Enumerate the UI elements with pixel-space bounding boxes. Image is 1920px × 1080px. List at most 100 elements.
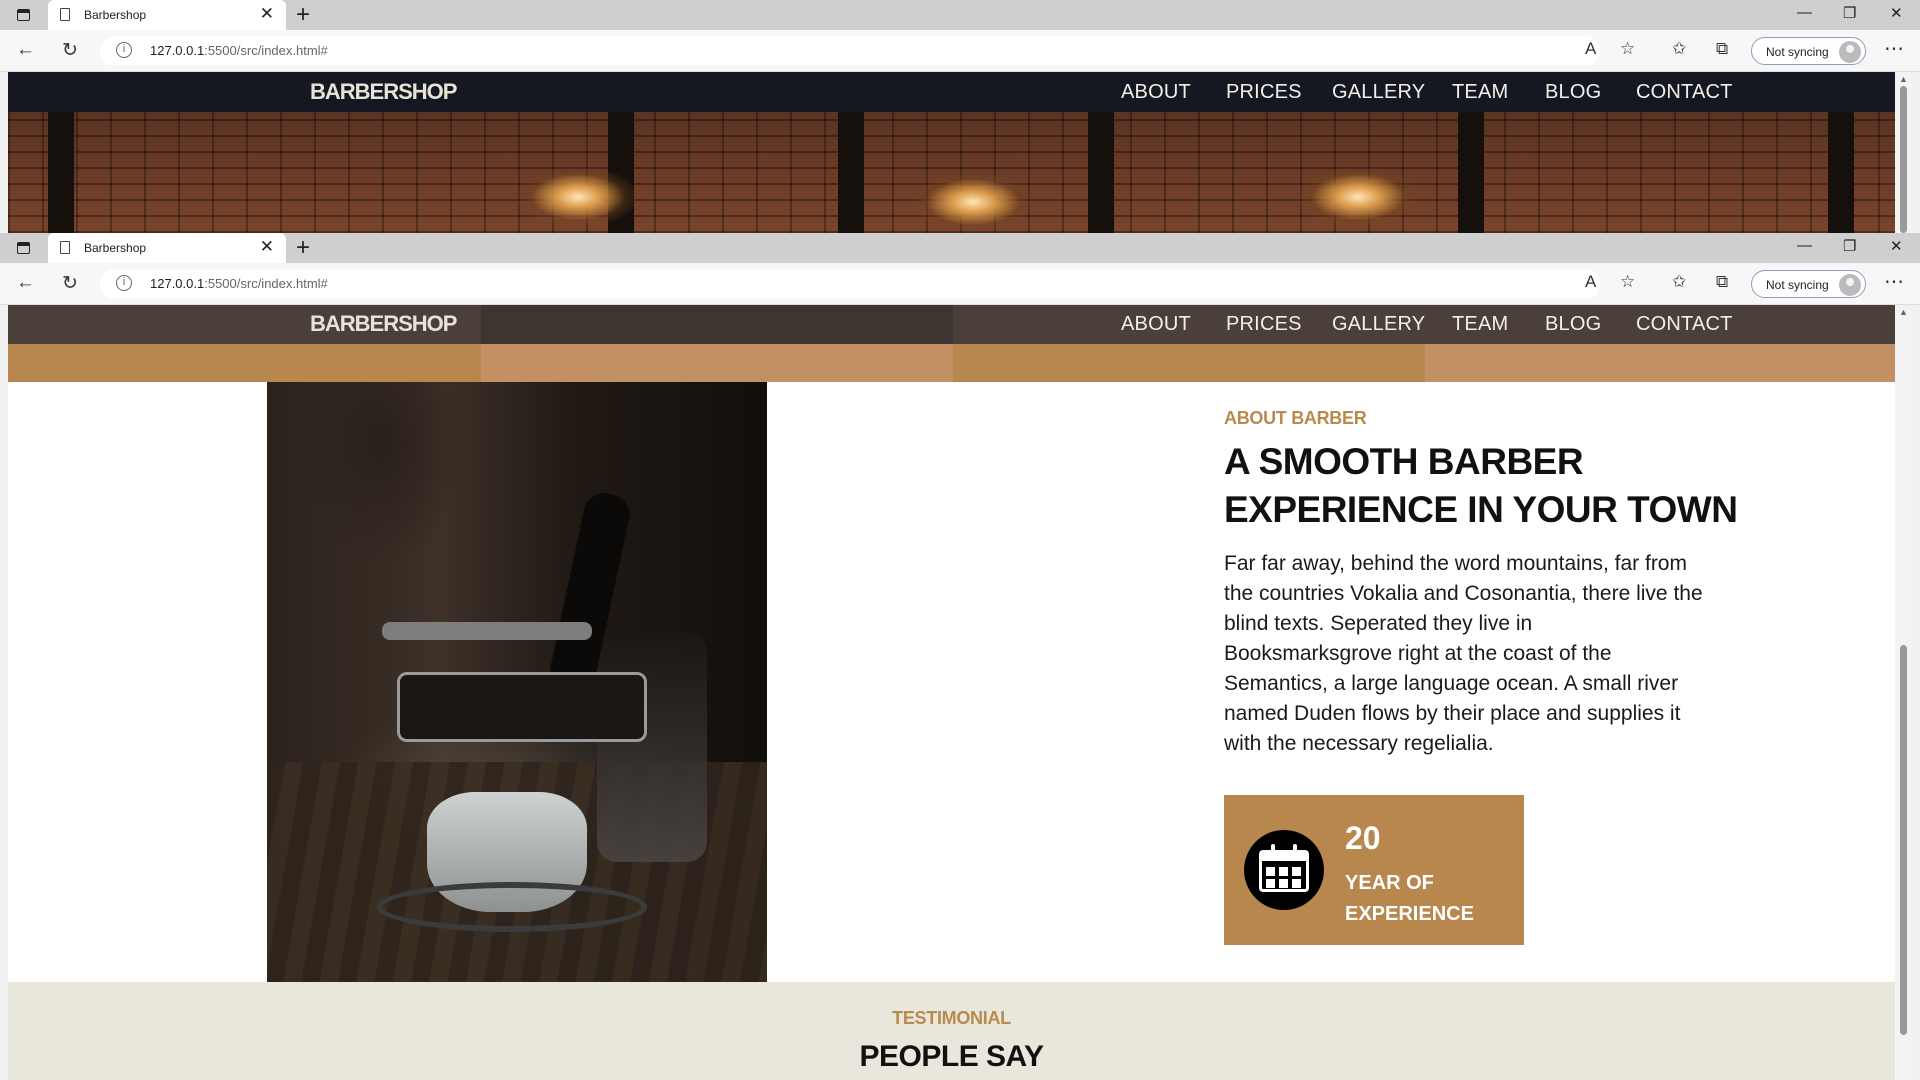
experience-number: 20 <box>1345 820 1381 856</box>
scrollbar[interactable]: ▲ <box>1895 72 1912 233</box>
hero-pillar <box>1828 112 1854 233</box>
hero-viewport: BARBERSHOP ABOUT PRICES GALLERY TEAM BLO… <box>8 72 1895 233</box>
page-viewport: BARBERSHOP ABOUT PRICES GALLERY TEAM BLO… <box>8 305 1895 1080</box>
nav-blog[interactable]: BLOG <box>1545 81 1601 104</box>
photo-chair-arm <box>382 622 592 640</box>
reload-icon[interactable]: ↻ <box>62 272 78 295</box>
favorite-add-icon[interactable]: ☆ <box>1620 272 1635 292</box>
about-heading: A SMOOTH BARBER EXPERIENCE IN YOUR TOWN <box>1224 438 1738 534</box>
nav-team[interactable]: TEAM <box>1452 81 1508 104</box>
sidebar-icon[interactable] <box>17 9 30 21</box>
tab-barbershop[interactable]: Barbershop ✕ <box>48 233 286 263</box>
hero-pillar <box>838 112 864 233</box>
nav-gallery[interactable]: GALLERY <box>1332 81 1425 104</box>
favorite-add-icon[interactable]: ☆ <box>1620 39 1635 59</box>
tab-barbershop[interactable]: Barbershop ✕ <box>48 0 286 30</box>
lamp-light <box>913 172 1033 232</box>
collections-icon[interactable]: ⧉ <box>1716 39 1728 59</box>
sync-label: Not syncing <box>1766 278 1829 292</box>
accent-strip <box>953 344 1425 382</box>
favorites-icon[interactable]: ✩ <box>1672 272 1686 292</box>
plus-icon[interactable]: + <box>296 1 310 29</box>
site-logo[interactable]: BARBERSHOP <box>310 79 457 105</box>
info-icon[interactable]: i <box>116 275 132 291</box>
photo-chair-ring <box>377 882 647 932</box>
scroll-up-icon[interactable]: ▲ <box>1899 307 1908 317</box>
info-icon[interactable]: i <box>116 42 132 58</box>
close-icon[interactable]: ✕ <box>260 4 274 24</box>
more-icon[interactable]: ⋯ <box>1884 36 1904 61</box>
experience-box: 20 YEAR OF EXPERIENCE <box>1224 795 1524 945</box>
sidebar-icon[interactable] <box>17 242 30 254</box>
tab-title: Barbershop <box>84 241 147 255</box>
tab-title: Barbershop <box>84 8 147 22</box>
nav-gallery[interactable]: GALLERY <box>1332 313 1425 336</box>
testimonial-kicker: TESTIMONIAL <box>892 1008 1011 1028</box>
photo-chair-background <box>597 632 707 862</box>
nav-prices[interactable]: PRICES <box>1226 313 1302 336</box>
nav-contact[interactable]: CONTACT <box>1636 81 1733 104</box>
restore-icon[interactable]: ❐ <box>1843 237 1856 255</box>
reload-icon[interactable]: ↻ <box>62 39 78 62</box>
url-field[interactable]: i 127.0.0.1:5500/src/index.html# <box>100 36 1600 66</box>
scroll-up-icon[interactable]: ▲ <box>1899 74 1908 84</box>
barber-chair-photo <box>267 382 767 982</box>
url-field[interactable]: i 127.0.0.1:5500/src/index.html# <box>100 269 1600 299</box>
testimonial-section: TESTIMONIAL PEOPLE SAY <box>8 982 1895 1080</box>
about-kicker: ABOUT BARBER <box>1224 408 1367 428</box>
nav-team[interactable]: TEAM <box>1452 313 1508 336</box>
back-icon[interactable]: ← <box>16 272 35 294</box>
calendar-icon <box>1244 830 1324 910</box>
accent-strip <box>1425 344 1895 382</box>
restore-icon[interactable]: ❐ <box>1843 4 1856 22</box>
read-aloud-icon[interactable]: A <box>1585 39 1596 59</box>
minimize-icon[interactable]: — <box>1797 4 1812 21</box>
hero-pillar <box>48 112 74 233</box>
close-icon[interactable]: ✕ <box>260 237 274 257</box>
avatar-icon <box>1839 274 1861 296</box>
tab-bar: Barbershop ✕ + — ❐ ✕ <box>0 0 1920 30</box>
read-aloud-icon[interactable]: A <box>1585 272 1596 292</box>
accent-strip <box>481 344 953 382</box>
collections-icon[interactable]: ⧉ <box>1716 272 1728 292</box>
nav-contact[interactable]: CONTACT <box>1636 313 1733 336</box>
site-logo[interactable]: BARBERSHOP <box>310 311 457 337</box>
nav-blog[interactable]: BLOG <box>1545 313 1601 336</box>
minimize-icon[interactable]: — <box>1797 237 1812 254</box>
sync-label: Not syncing <box>1766 45 1829 59</box>
hero-pillar <box>1088 112 1114 233</box>
experience-label: YEAR OF EXPERIENCE <box>1345 872 1474 925</box>
url-host: 127.0.0.1 <box>150 276 205 291</box>
avatar-icon <box>1839 41 1861 63</box>
more-icon[interactable]: ⋯ <box>1884 269 1904 294</box>
about-heading-line2: EXPERIENCE IN YOUR TOWN <box>1224 489 1738 530</box>
page-icon <box>60 241 70 254</box>
nav-prices[interactable]: PRICES <box>1226 81 1302 104</box>
back-icon[interactable]: ← <box>16 39 35 61</box>
address-bar: ← ↻ i 127.0.0.1:5500/src/index.html# A ☆… <box>0 30 1920 72</box>
accent-strip <box>8 344 481 382</box>
hero-pillar <box>1458 112 1484 233</box>
about-heading-line1: A SMOOTH BARBER <box>1224 441 1584 482</box>
window-close-icon[interactable]: ✕ <box>1890 237 1903 255</box>
lamp-light <box>518 167 638 227</box>
nav-about[interactable]: ABOUT <box>1121 81 1191 104</box>
photo-chair-seat <box>397 672 647 742</box>
url-host: 127.0.0.1 <box>150 43 205 58</box>
site-navbar: BARBERSHOP ABOUT PRICES GALLERY TEAM BLO… <box>8 72 1895 112</box>
url-path: :5500/src/index.html# <box>204 43 328 58</box>
scrollbar[interactable]: ▲ <box>1895 305 1912 1080</box>
favorites-icon[interactable]: ✩ <box>1672 39 1686 59</box>
profile-button[interactable]: Not syncing <box>1751 37 1866 65</box>
page-icon <box>60 8 70 21</box>
window-close-icon[interactable]: ✕ <box>1890 4 1903 22</box>
site-navbar: BARBERSHOP ABOUT PRICES GALLERY TEAM BLO… <box>8 305 1895 344</box>
profile-button[interactable]: Not syncing <box>1751 270 1866 298</box>
nav-about[interactable]: ABOUT <box>1121 313 1191 336</box>
scroll-thumb[interactable] <box>1900 645 1907 1035</box>
plus-icon[interactable]: + <box>296 234 310 262</box>
address-bar: ← ↻ i 127.0.0.1:5500/src/index.html# A ☆… <box>0 263 1920 305</box>
scroll-thumb[interactable] <box>1900 86 1907 233</box>
about-paragraph: Far far away, behind the word mountains,… <box>1224 552 1703 755</box>
nav-shade <box>481 305 953 344</box>
